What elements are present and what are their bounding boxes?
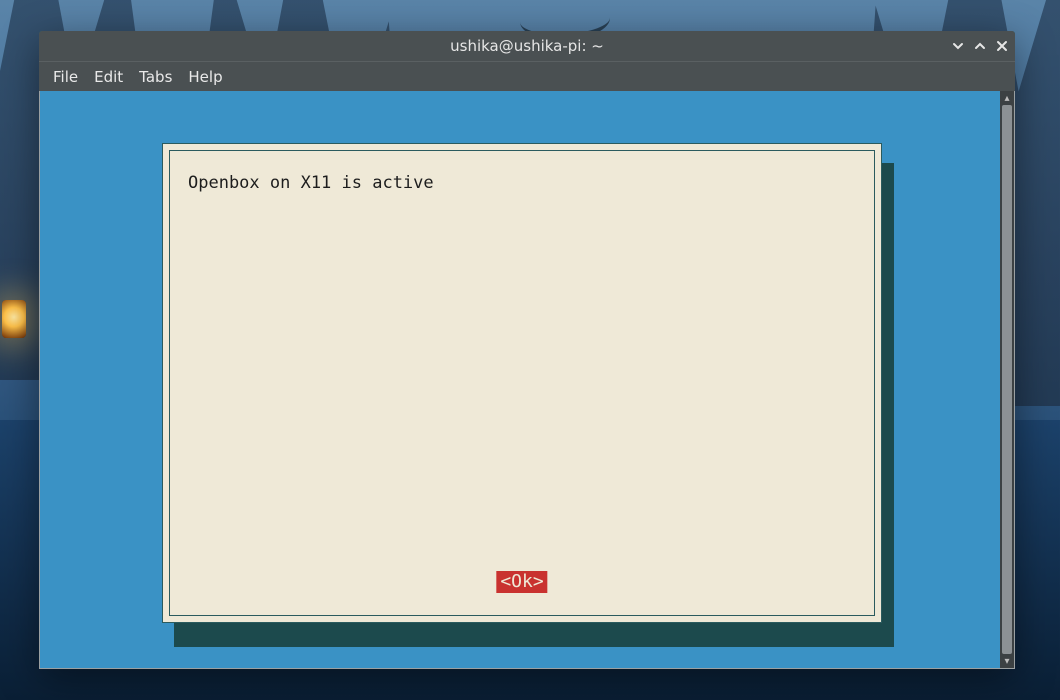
window-close-button[interactable] [995,39,1009,53]
window-control-buttons [951,31,1009,61]
terminal-window: ushika@ushika-pi: ~ File Edit Tabs Hel [39,31,1015,669]
ok-button[interactable]: <Ok> [496,571,547,593]
window-minimize-button[interactable] [951,39,965,53]
chevron-up-icon [974,40,986,52]
window-maximize-button[interactable] [973,39,987,53]
menu-file[interactable]: File [45,62,86,92]
triangle-up-icon: ▴ [1004,93,1009,104]
scrollbar-thumb[interactable] [1002,105,1012,654]
close-icon [996,40,1008,52]
scrollbar-down-arrow[interactable]: ▾ [1000,654,1014,668]
triangle-down-icon: ▾ [1004,656,1009,667]
terminal-scrollbar[interactable]: ▴ ▾ [1000,91,1014,668]
dialog-message: Openbox on X11 is active [188,173,856,193]
terminal-menubar: File Edit Tabs Help [39,61,1015,91]
window-title: ushika@ushika-pi: ~ [39,31,1015,61]
window-titlebar[interactable]: ushika@ushika-pi: ~ [39,31,1015,61]
terminal-area: Openbox on X11 is active <Ok> ▴ ▾ [39,91,1015,669]
scrollbar-up-arrow[interactable]: ▴ [1000,91,1014,105]
menu-tabs[interactable]: Tabs [131,62,180,92]
menu-help[interactable]: Help [180,62,230,92]
chevron-down-icon [952,40,964,52]
dialog-frame: Openbox on X11 is active <Ok> [169,150,875,616]
whiptail-dialog: Openbox on X11 is active <Ok> [162,143,882,623]
terminal-content[interactable]: Openbox on X11 is active <Ok> [40,91,1000,668]
menu-edit[interactable]: Edit [86,62,131,92]
